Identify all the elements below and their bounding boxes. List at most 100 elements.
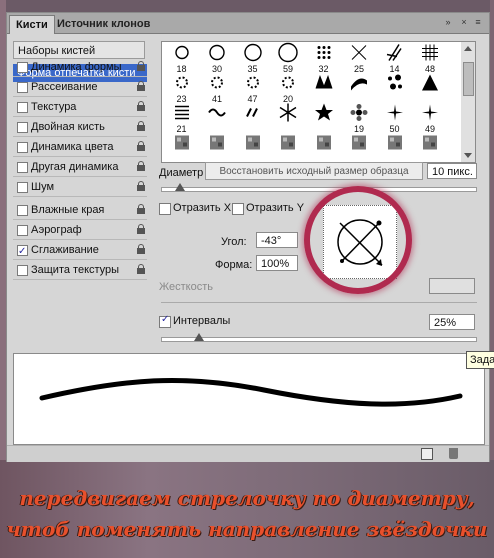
- scroll-down-icon[interactable]: [464, 153, 472, 158]
- setting-checkbox[interactable]: [17, 82, 28, 93]
- brush-tip-cell[interactable]: 35: [237, 43, 268, 75]
- brush-setting-item[interactable]: Двойная кисть: [13, 118, 147, 136]
- brush-tip-cell[interactable]: 25: [344, 44, 375, 75]
- brush-tip-cell[interactable]: [308, 74, 339, 105]
- brush-tip-cell[interactable]: 49: [415, 104, 446, 135]
- grid-scrollbar[interactable]: [461, 41, 476, 163]
- scroll-up-icon[interactable]: [464, 46, 472, 51]
- brush-setting-item[interactable]: Рассеивание: [13, 78, 147, 96]
- setting-checkbox[interactable]: [17, 225, 28, 236]
- lock-icon[interactable]: [137, 61, 145, 71]
- setting-checkbox[interactable]: [17, 142, 28, 153]
- scroll-thumb[interactable]: [463, 62, 474, 96]
- background-photo-right: [490, 0, 494, 460]
- brush-setting-item[interactable]: Защита текстуры: [13, 261, 147, 279]
- brush-tip-cell[interactable]: 30: [202, 44, 233, 75]
- brush-tip-cell[interactable]: [273, 134, 304, 165]
- brush-tip-cell[interactable]: 50: [379, 104, 410, 135]
- brush-tip-cell[interactable]: 20: [273, 74, 304, 105]
- brush-tip-cell[interactable]: 14: [379, 44, 410, 75]
- tab-clone-source[interactable]: Источник клонов: [51, 15, 156, 33]
- brush-tip-cell[interactable]: [379, 134, 410, 165]
- brush-tip-cell[interactable]: [344, 74, 375, 105]
- brush-tip-cell[interactable]: [273, 103, 304, 135]
- lock-icon[interactable]: [137, 121, 145, 131]
- setting-checkbox[interactable]: [17, 182, 28, 193]
- setting-checkbox[interactable]: [17, 205, 28, 216]
- brush-splat-icon: [278, 73, 298, 96]
- brush-setting-item[interactable]: Шум: [13, 178, 147, 196]
- brush-tip-cell[interactable]: [344, 134, 375, 165]
- brush-setting-item[interactable]: Текстура: [13, 98, 147, 116]
- lock-icon[interactable]: [137, 204, 145, 214]
- lock-icon[interactable]: [137, 81, 145, 91]
- brush-tip-cell[interactable]: [415, 74, 446, 105]
- lock-icon[interactable]: [137, 101, 145, 111]
- flip-x-checkbox[interactable]: [159, 203, 171, 215]
- brush-setting-item[interactable]: Другая динамика: [13, 158, 147, 176]
- lock-icon[interactable]: [137, 264, 145, 274]
- diameter-slider[interactable]: [161, 187, 477, 192]
- lock-icon[interactable]: [137, 161, 145, 171]
- brush-tip-cell[interactable]: [202, 134, 233, 165]
- brush-setting-item[interactable]: Динамика цвета: [13, 138, 147, 156]
- diameter-slider-knob[interactable]: [174, 183, 185, 191]
- reset-size-button[interactable]: Восстановить исходный размер образца: [205, 162, 423, 180]
- angle-field[interactable]: -43°: [256, 232, 298, 248]
- setting-checkbox[interactable]: ✓: [17, 245, 28, 257]
- stroke-preview-curve: [39, 377, 463, 407]
- brush-tip-cell[interactable]: 41: [202, 74, 233, 105]
- setting-checkbox[interactable]: [17, 265, 28, 276]
- close-icon[interactable]: ×: [459, 17, 469, 27]
- brush-tip-cell[interactable]: 59: [273, 42, 304, 75]
- flip-y-checkbox[interactable]: [232, 203, 244, 215]
- brush-tip-cell[interactable]: 47: [237, 74, 268, 105]
- brush-settings-list: Наборы кистей Форма отпечатка кисти Дина…: [13, 41, 147, 309]
- brush-tip-cell[interactable]: [237, 134, 268, 165]
- brush-tip-cell[interactable]: 48: [415, 44, 446, 75]
- brush-tip-cell[interactable]: [415, 134, 446, 165]
- diameter-field[interactable]: 10 пикс.: [427, 163, 477, 179]
- brush-tip-cell[interactable]: [308, 134, 339, 165]
- setting-checkbox[interactable]: [17, 62, 28, 73]
- brush-setting-item[interactable]: Аэрограф: [13, 221, 147, 239]
- brush-circle-icon: [243, 43, 263, 66]
- lock-icon[interactable]: [137, 244, 145, 254]
- hardness-field[interactable]: [429, 278, 475, 294]
- collapse-icon[interactable]: »: [443, 17, 453, 27]
- lock-icon[interactable]: [137, 224, 145, 234]
- setting-label: Сглаживание: [31, 244, 99, 256]
- setting-checkbox[interactable]: [17, 102, 28, 113]
- brush-tip-cell[interactable]: [166, 134, 197, 165]
- setting-label: Рассеивание: [31, 81, 98, 93]
- panel-menu-icon[interactable]: ≡: [473, 17, 483, 27]
- tooltip: Зада: [466, 351, 494, 369]
- spacing-slider-knob[interactable]: [193, 333, 204, 341]
- setting-label: Шум: [31, 181, 55, 193]
- new-preset-icon[interactable]: [421, 448, 433, 460]
- lock-icon[interactable]: [137, 141, 145, 151]
- brush-tip-cell[interactable]: 18: [166, 44, 197, 75]
- brush-tip-cell[interactable]: [379, 74, 410, 105]
- brush-tip-cell[interactable]: 32: [308, 44, 339, 75]
- spacing-field[interactable]: 25%: [429, 314, 475, 330]
- panel-titlebar: Кисти Источник клонов » × ≡: [7, 13, 489, 34]
- lock-icon[interactable]: [137, 181, 145, 191]
- brush-tip-cell[interactable]: [237, 104, 268, 135]
- spacing-slider[interactable]: [161, 337, 477, 342]
- tab-brushes[interactable]: Кисти: [9, 15, 55, 34]
- brush-setting-item[interactable]: ✓ Сглаживание: [13, 241, 147, 259]
- setting-checkbox[interactable]: [17, 162, 28, 173]
- brush-tip-cell[interactable]: 23: [166, 74, 197, 105]
- trash-icon[interactable]: [449, 448, 458, 459]
- setting-checkbox[interactable]: [17, 122, 28, 133]
- brush-tip-cell[interactable]: 19: [344, 104, 375, 135]
- brush-tip-cell[interactable]: [202, 104, 233, 135]
- brush-setting-item[interactable]: Влажные края: [13, 201, 147, 219]
- brush-setting-item[interactable]: Динамика формы: [13, 58, 147, 76]
- spacing-checkbox[interactable]: ✓: [159, 314, 171, 328]
- brush-tip-cell[interactable]: 21: [166, 104, 197, 135]
- roundness-field[interactable]: 100%: [256, 255, 298, 271]
- brush-tip-cell[interactable]: [308, 103, 339, 135]
- brush-presets-button[interactable]: Наборы кистей: [13, 41, 145, 59]
